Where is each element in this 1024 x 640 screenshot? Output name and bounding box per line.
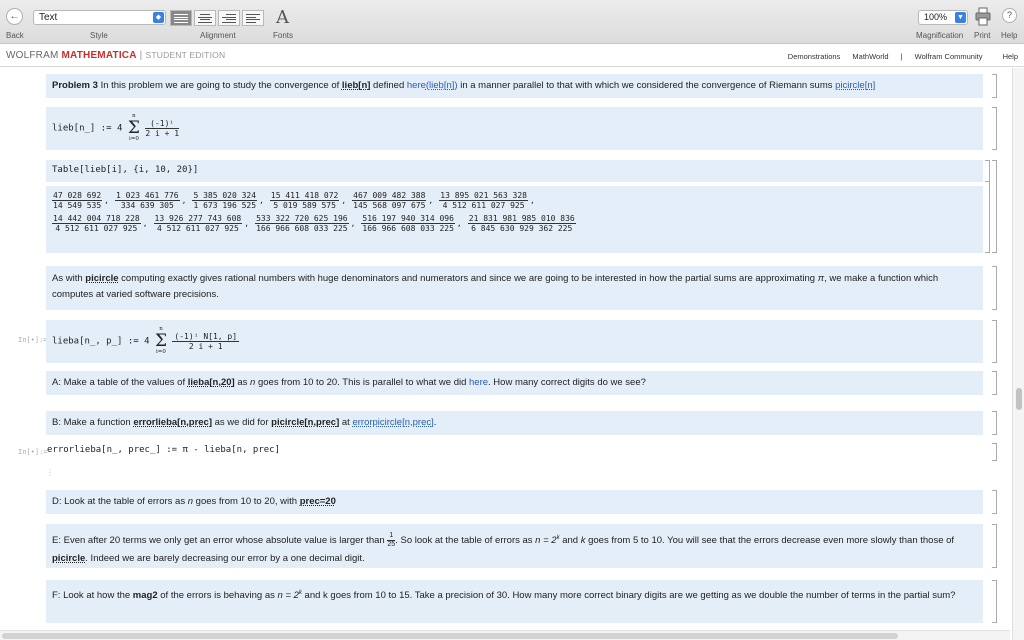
output-fraction: 14 442 004 718 228 4 512 611 027 925 bbox=[52, 214, 141, 233]
style-select-value: Text bbox=[39, 12, 58, 23]
question-icon: ? bbox=[1006, 10, 1012, 20]
chevron-down-icon: ▼ bbox=[955, 12, 966, 23]
back-button[interactable]: ← bbox=[6, 8, 23, 25]
picircle-link[interactable]: picircle bbox=[85, 273, 118, 284]
output-fraction: 467 009 482 388 145 568 097 675 bbox=[352, 191, 427, 210]
alignment-group bbox=[170, 10, 266, 26]
a-text-cell[interactable]: A: Make a table of the values of lieba[n… bbox=[46, 371, 983, 395]
cell-bracket[interactable] bbox=[992, 107, 997, 150]
vertical-scroll-thumb[interactable] bbox=[1016, 388, 1022, 410]
output-fraction: 516 197 940 314 096 166 966 608 033 225 bbox=[361, 214, 455, 233]
group-bracket[interactable] bbox=[985, 160, 990, 253]
here-link[interactable]: here bbox=[469, 377, 488, 388]
print-label: Print bbox=[974, 31, 991, 40]
brand-bar: WOLFRAM MATHEMATICA | STUDENT EDITION Demo… bbox=[0, 45, 1024, 67]
alignment-label: Alignment bbox=[200, 31, 236, 40]
cell-bracket[interactable] bbox=[992, 266, 997, 310]
problem-text-cell[interactable]: Problem 3 In this problem we are going t… bbox=[46, 74, 983, 98]
style-label: Style bbox=[90, 31, 108, 40]
cell-bracket[interactable] bbox=[992, 411, 997, 435]
cell-bracket[interactable] bbox=[992, 524, 997, 568]
print-icon[interactable] bbox=[975, 7, 991, 27]
nav-community-link[interactable]: Wolfram Community bbox=[915, 52, 983, 61]
cell-bracket[interactable] bbox=[992, 580, 997, 623]
lieba-definition-cell[interactable]: lieba[n_, p_] := 4 n Σi=0 (-1)ⁱ N[1, p] 2 … bbox=[46, 320, 983, 363]
output-fraction: 47 028 692 14 549 535 bbox=[52, 191, 103, 210]
fonts-icon[interactable]: A bbox=[276, 7, 289, 28]
prec-link[interactable]: prec=20 bbox=[300, 496, 336, 507]
table-output: 47 028 692 14 549 535, 1 023 461 776 334 63… bbox=[52, 191, 584, 237]
style-select[interactable]: Text ◆ bbox=[33, 10, 166, 25]
f-text-cell[interactable]: F: Look at how the mag2 of the errors is… bbox=[46, 580, 983, 623]
horizontal-scrollbar[interactable] bbox=[0, 630, 1010, 640]
errorlieba-input-cell[interactable]: errorlieba[n_, prec_] := π - lieba[n, pr… bbox=[46, 443, 983, 461]
errorlieba-link[interactable]: errorlieba[n,prec] bbox=[133, 417, 212, 428]
picircle-link[interactable]: picircle[n] bbox=[835, 80, 875, 91]
as-with-text-cell[interactable]: As with picircle computing exactly gives… bbox=[46, 266, 983, 310]
errorpicircle-link[interactable]: errorpicircle[n,prec] bbox=[352, 417, 433, 428]
output-fraction: 1 023 461 776 334 639 305 bbox=[115, 191, 180, 210]
align-left-button[interactable] bbox=[242, 10, 264, 26]
nav-mathworld-link[interactable]: MathWorld bbox=[852, 52, 888, 61]
here-link[interactable]: here bbox=[407, 80, 426, 91]
nav-help-link[interactable]: Help bbox=[1003, 52, 1018, 61]
magnification-select[interactable]: 100% ▼ bbox=[918, 10, 968, 25]
table-input-cell[interactable]: Table[lieb[i], {i, 10, 20}] bbox=[46, 160, 983, 182]
align-justify-button[interactable] bbox=[170, 10, 192, 26]
nav-links: Demonstrations MathWorld | Wolfram Commu… bbox=[778, 52, 1018, 61]
lieb-definition-cell[interactable]: lieb[n_] := 4 n Σi=0 (-1)ⁱ 2 i + 1 bbox=[46, 107, 983, 150]
output-row-2: 14 442 004 718 228 4 512 611 027 925, 13 9… bbox=[52, 214, 576, 233]
here-lieb-link[interactable]: (lieb[n]) bbox=[426, 80, 458, 91]
magnification-label: Magnification bbox=[916, 31, 964, 40]
output-fraction: 21 831 981 985 010 836 6 845 630 929 362 … bbox=[467, 214, 576, 233]
nav-demonstrations-link[interactable]: Demonstrations bbox=[788, 52, 841, 61]
align-right-button[interactable] bbox=[218, 10, 240, 26]
b-text-cell[interactable]: B: Make a function errorlieba[n,prec] as… bbox=[46, 411, 983, 435]
d-text-cell[interactable]: D: Look at the table of errors as n goes… bbox=[46, 490, 983, 514]
output-fraction: 533 322 720 625 196 166 966 608 033 225 bbox=[255, 214, 349, 233]
picircle-link[interactable]: picircle[n,prec] bbox=[271, 417, 339, 428]
fonts-label: Fonts bbox=[273, 31, 294, 40]
output-fraction: 5 385 020 324 1 673 196 525 bbox=[192, 191, 258, 210]
cell-bracket[interactable] bbox=[992, 320, 997, 363]
cell-bracket[interactable] bbox=[992, 371, 997, 395]
output-row-1: 47 028 692 14 549 535, 1 023 461 776 334 63… bbox=[52, 191, 535, 210]
lieba-link[interactable]: lieba[n,20] bbox=[188, 377, 235, 388]
output-fraction: 13 926 277 743 608 4 512 611 027 925 bbox=[153, 214, 243, 233]
vertical-scrollbar[interactable] bbox=[1012, 68, 1024, 640]
magnification-value: 100% bbox=[924, 12, 948, 22]
cell-label: In[•]:= bbox=[18, 448, 48, 456]
cell-bracket[interactable] bbox=[992, 443, 997, 461]
group-bracket[interactable] bbox=[992, 160, 997, 253]
back-label: Back bbox=[6, 31, 24, 40]
notebook[interactable]: Problem 3 In this problem we are going t… bbox=[0, 68, 1010, 640]
nav-separator: | bbox=[900, 52, 903, 61]
left-arrow-icon: ← bbox=[9, 11, 20, 22]
cell-bracket[interactable] bbox=[992, 74, 997, 98]
cell-label: In[•]:= bbox=[18, 336, 48, 344]
table-output-cell[interactable]: 47 028 692 14 549 535, 1 023 461 776 334 63… bbox=[46, 186, 983, 253]
wolfram-mathematica-logo: WOLFRAM MATHEMATICA | STUDENT EDITION bbox=[6, 50, 226, 61]
picircle-link[interactable]: picircle bbox=[52, 553, 85, 564]
horizontal-scroll-thumb[interactable] bbox=[2, 633, 898, 639]
help-button[interactable]: ? bbox=[1002, 8, 1017, 23]
help-label: Help bbox=[1001, 31, 1018, 40]
cell-bracket[interactable] bbox=[992, 490, 997, 514]
sum-symbol: n Σi=0 bbox=[127, 113, 140, 142]
output-fraction: 15 411 418 072 5 019 589 575 bbox=[269, 191, 340, 210]
cell-insertion-point[interactable]: ⋮ bbox=[46, 468, 54, 477]
toolbar: ← Back Text ◆ Style Alignment A Fonts 10… bbox=[0, 0, 1024, 44]
sum-symbol: n Σi=0 bbox=[154, 326, 167, 355]
e-text-cell[interactable]: E: Even after 20 terms we only get an er… bbox=[46, 524, 983, 568]
output-fraction: 13 895 021 563 328 4 512 611 027 925 bbox=[439, 191, 528, 210]
align-center-button[interactable] bbox=[194, 10, 216, 26]
lieb-link[interactable]: lieb[n] bbox=[342, 80, 371, 91]
chevron-updown-icon: ◆ bbox=[153, 12, 164, 23]
